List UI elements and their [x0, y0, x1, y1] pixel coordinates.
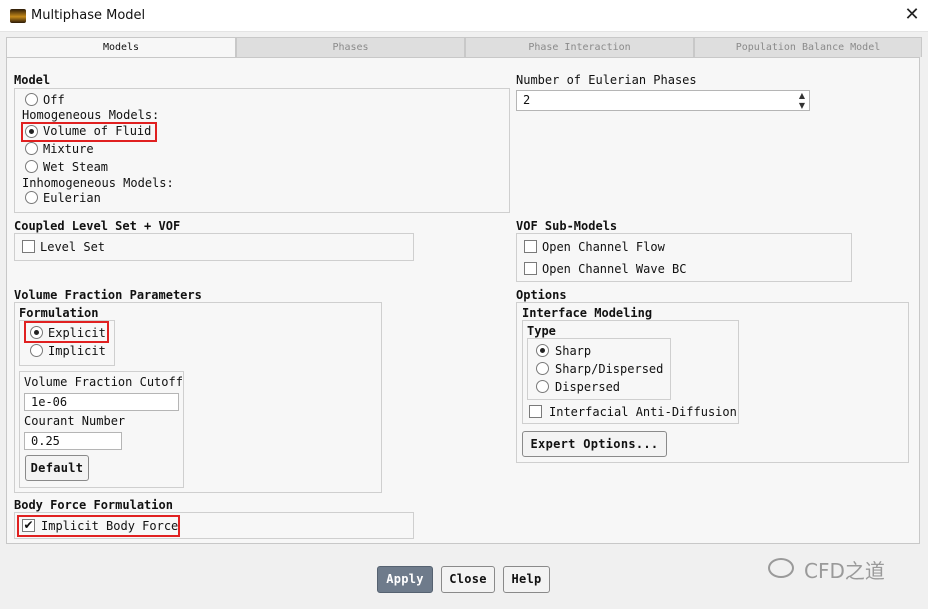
watermark-text: CFD之道 — [804, 559, 885, 583]
vof-sub-models-header: VOF Sub-Models — [516, 219, 618, 233]
model-header: Model — [14, 73, 51, 87]
implicit-body-force-checkbox[interactable]: ✔ — [22, 519, 35, 532]
title-bar: Multiphase Model ✕ — [0, 0, 928, 32]
inhomogeneous-models-label: Inhomogeneous Models: — [22, 176, 174, 190]
tab-models[interactable]: Models — [6, 37, 236, 58]
dispersed-radio[interactable] — [536, 380, 549, 393]
formulation-header: Formulation — [19, 306, 99, 320]
body-force-formulation-header: Body Force Formulation — [14, 498, 173, 512]
default-button[interactable]: Default — [25, 455, 89, 481]
close-button[interactable]: Close — [441, 566, 495, 593]
anti-diffusion-checkbox[interactable] — [529, 405, 542, 418]
volume-fraction-parameters-header: Volume Fraction Parameters — [14, 288, 202, 302]
eulerian-phases-value: 2 — [523, 93, 531, 107]
wechat-logo-icon — [768, 558, 794, 578]
close-window-icon[interactable]: ✕ — [900, 3, 924, 27]
sharp-label: Sharp — [555, 344, 592, 358]
spin-up-icon[interactable]: ▲ — [796, 91, 808, 100]
open-channel-flow-label: Open Channel Flow — [542, 240, 665, 254]
coupled-level-set-header: Coupled Level Set + VOF — [14, 219, 181, 233]
open-channel-wave-checkbox[interactable] — [524, 262, 537, 275]
tab-phase-interaction[interactable]: Phase Interaction — [465, 37, 694, 57]
tab-phases[interactable]: Phases — [236, 37, 465, 57]
eulerian-phases-input[interactable]: 2 — [516, 90, 810, 111]
model-wet-steam-label: Wet Steam — [43, 160, 109, 174]
window-title: Multiphase Model — [31, 8, 146, 23]
model-eulerian-label: Eulerian — [43, 191, 101, 205]
open-channel-wave-label: Open Channel Wave BC — [542, 262, 687, 276]
model-wet-steam-radio[interactable] — [25, 160, 38, 173]
courant-number-label: Courant Number — [24, 414, 126, 428]
model-mixture-label: Mixture — [43, 142, 94, 156]
options-header: Options — [516, 288, 567, 302]
level-set-label: Level Set — [40, 240, 106, 254]
explicit-label: Explicit — [48, 326, 106, 340]
volume-fraction-cutoff-input[interactable]: 1e-06 — [24, 393, 179, 411]
explicit-radio[interactable] — [30, 326, 43, 339]
homogeneous-models-label: Homogeneous Models: — [22, 108, 160, 122]
sharp-dispersed-radio[interactable] — [536, 362, 549, 375]
implicit-label: Implicit — [48, 344, 106, 358]
apply-button[interactable]: Apply — [377, 566, 433, 593]
model-vof-radio[interactable] — [25, 125, 38, 138]
spin-down-icon[interactable]: ▼ — [796, 101, 808, 110]
interface-modeling-header: Interface Modeling — [522, 306, 653, 320]
implicit-body-force-label: Implicit Body Force — [41, 519, 179, 533]
model-vof-label: Volume of Fluid — [43, 124, 152, 138]
anti-diffusion-label: Interfacial Anti-Diffusion — [549, 405, 737, 419]
implicit-radio[interactable] — [30, 344, 43, 357]
level-set-checkbox[interactable] — [22, 240, 35, 253]
type-header: Type — [527, 324, 556, 338]
model-off-label: Off — [43, 93, 65, 107]
courant-number-input[interactable]: 0.25 — [24, 432, 122, 450]
sharp-radio[interactable] — [536, 344, 549, 357]
dispersed-label: Dispersed — [555, 380, 621, 394]
model-mixture-radio[interactable] — [25, 142, 38, 155]
expert-options-button[interactable]: Expert Options... — [522, 431, 667, 457]
tab-population-balance-model[interactable]: Population Balance Model — [694, 37, 922, 57]
fluent-app-icon — [10, 9, 26, 23]
eulerian-phases-header: Number of Eulerian Phases — [516, 73, 697, 87]
open-channel-flow-checkbox[interactable] — [524, 240, 537, 253]
sharp-dispersed-label: Sharp/Dispersed — [555, 362, 664, 376]
model-off-radio[interactable] — [25, 93, 38, 106]
model-eulerian-radio[interactable] — [25, 191, 38, 204]
help-button[interactable]: Help — [503, 566, 550, 593]
volume-fraction-cutoff-label: Volume Fraction Cutoff — [24, 375, 183, 389]
models-panel: Model Off Homogeneous Models: Volume of … — [6, 57, 920, 544]
